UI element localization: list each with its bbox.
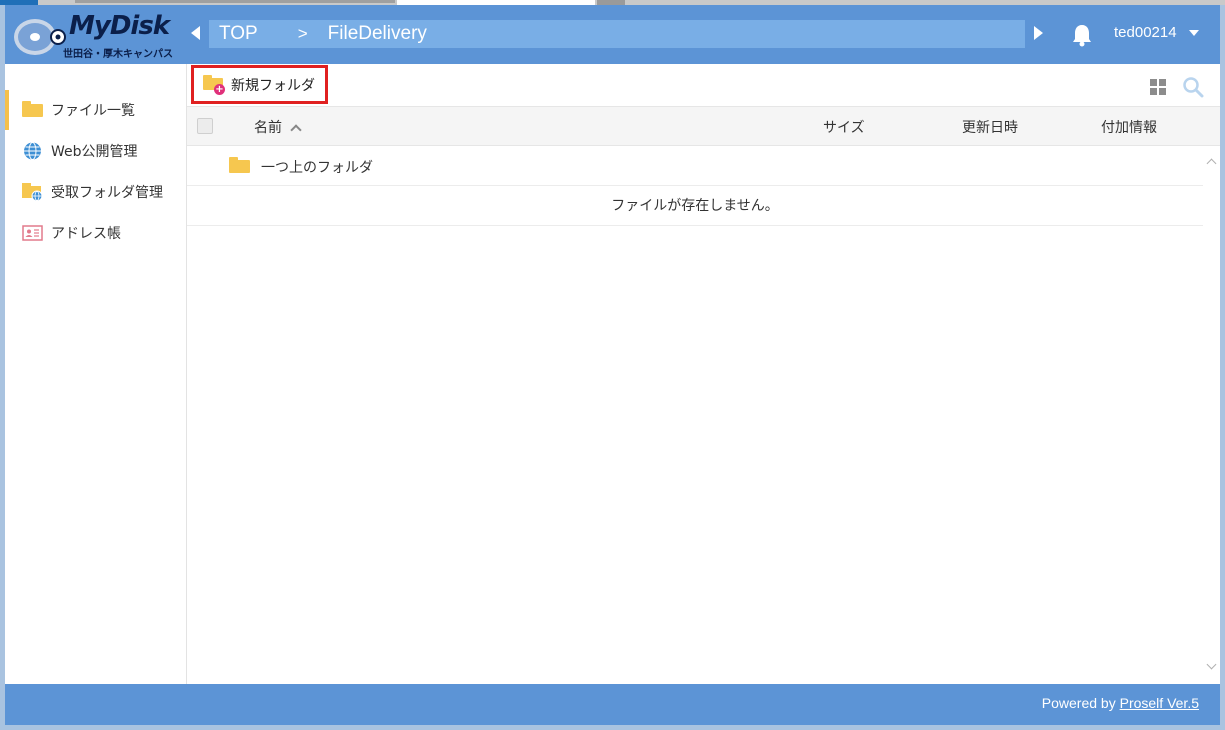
sidebar: ファイル一覧 Web公開管理 受取フォルダ管理 アドレス帳 [5,64,187,684]
scroll-up-icon[interactable] [1206,158,1217,169]
address-card-icon [22,225,43,241]
folder-globe-icon [22,183,43,201]
search-icon[interactable] [1182,76,1204,98]
sidebar-item-web-publish[interactable]: Web公開管理 [5,131,186,171]
new-folder-label: 新規フォルダ [231,77,315,94]
scroll-down-icon[interactable] [1206,659,1217,670]
header-bar: MyDisk 世田谷・厚木キャンパス TOP > FileDelivery te… [5,5,1220,64]
column-header-updated[interactable]: 更新日時 [962,117,1018,137]
back-arrow-icon[interactable] [191,26,200,40]
sidebar-item-label: 受取フォルダ管理 [51,185,163,201]
folder-icon [22,101,43,119]
sidebar-item-label: ファイル一覧 [51,103,135,119]
disc-icon [14,19,66,55]
column-header-label: 名前 [254,120,282,136]
main-content: + 新規フォルダ 名前 サイズ 更新日時 付加情報 一つ上のフォルダ ファイルが… [187,64,1220,684]
new-folder-button[interactable]: + 新規フォルダ [191,65,328,104]
parent-folder-row[interactable]: 一つ上のフォルダ [187,146,1203,186]
powered-by-label: Powered by [1041,695,1116,711]
user-menu[interactable]: ted00214 [1114,24,1199,41]
sidebar-item-receive-folder[interactable]: 受取フォルダ管理 [5,172,186,212]
empty-message: ファイルが存在しません。 [187,186,1203,226]
column-header-size[interactable]: サイズ [823,117,865,137]
bell-icon[interactable] [1071,23,1093,47]
new-folder-icon: + [203,74,225,95]
sidebar-item-label: Web公開管理 [51,144,138,160]
select-all-checkbox[interactable] [197,118,213,134]
folder-icon [229,157,250,173]
proself-link[interactable]: Proself Ver.5 [1120,695,1199,711]
grid-view-icon[interactable] [1150,79,1166,95]
breadcrumb-item-current[interactable]: FileDelivery [328,23,427,45]
username: ted00214 [1114,24,1177,41]
sidebar-item-label: アドレス帳 [51,226,121,242]
column-header-info[interactable]: 付加情報 [1101,117,1157,137]
chevron-down-icon [1188,29,1199,36]
breadcrumb-item-top[interactable]: TOP [219,23,258,45]
toolbar: + 新規フォルダ [187,64,1220,106]
globe-icon [24,142,41,160]
forward-arrow-icon[interactable] [1034,26,1043,40]
sidebar-item-file-list[interactable]: ファイル一覧 [5,90,186,130]
sidebar-item-address-book[interactable]: アドレス帳 [5,213,186,253]
breadcrumb: TOP > FileDelivery [209,20,1025,48]
footer: Powered by Proself Ver.5 [5,684,1220,725]
browser-tab[interactable] [75,0,395,3]
logo-brand: MyDisk [69,11,170,41]
parent-folder-label: 一つ上のフォルダ [261,160,373,176]
app-window: MyDisk 世田谷・厚木キャンパス TOP > FileDelivery te… [5,5,1220,725]
sort-ascending-icon [290,123,302,136]
breadcrumb-separator: > [297,24,308,43]
logo-subtitle: 世田谷・厚木キャンパス [63,49,173,60]
column-header-name[interactable]: 名前 [254,117,302,137]
table-header: 名前 サイズ 更新日時 付加情報 [187,106,1220,146]
logo[interactable]: MyDisk 世田谷・厚木キャンパス [13,11,178,60]
vertical-scrollbar[interactable] [1203,146,1220,684]
footer-text: Powered by Proself Ver.5 [1042,695,1199,711]
